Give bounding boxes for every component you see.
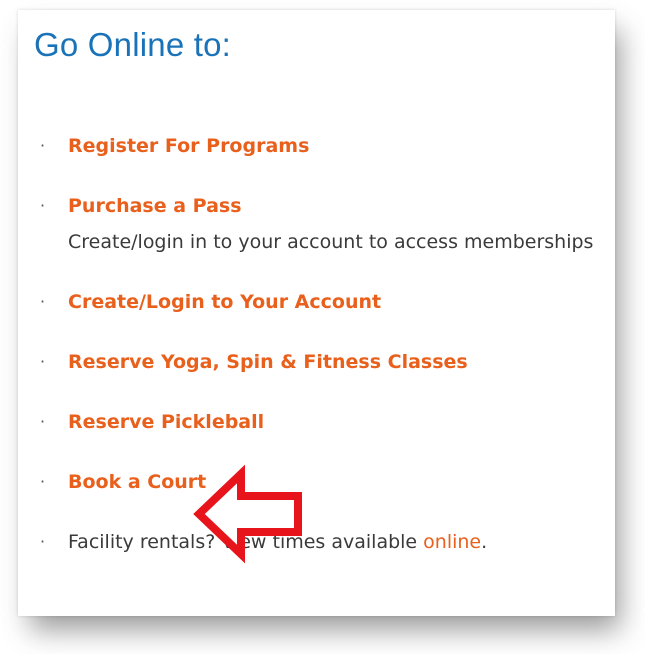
- list-item-register: · Register For Programs: [26, 128, 606, 164]
- list-item-classes: · Reserve Yoga, Spin & Fitness Classes: [26, 344, 606, 380]
- list-item-pickleball: · Reserve Pickleball: [26, 404, 606, 440]
- bullet-icon: ·: [40, 196, 46, 215]
- bullet-icon: ·: [40, 472, 46, 491]
- list-item-facility-rentals: · Facility rentals? View times available…: [26, 524, 606, 560]
- bullet-icon: ·: [40, 352, 46, 371]
- list-item-purchase-pass: · Purchase a Pass Create/login in to you…: [26, 188, 606, 260]
- reserve-pickleball-link[interactable]: Reserve Pickleball: [68, 411, 264, 433]
- list-item-account: · Create/Login to Your Account: [26, 284, 606, 320]
- purchase-pass-description: Create/login in to your account to acces…: [68, 231, 594, 253]
- reserve-classes-link[interactable]: Reserve Yoga, Spin & Fitness Classes: [68, 351, 468, 373]
- list-item-book-court: · Book a Court: [26, 464, 606, 500]
- bullet-icon: ·: [40, 292, 46, 311]
- bullet-icon: ·: [40, 136, 46, 155]
- create-login-account-link[interactable]: Create/Login to Your Account: [68, 291, 381, 313]
- online-links-list: · Register For Programs · Purchase a Pas…: [26, 128, 606, 560]
- bullet-icon: ·: [40, 412, 46, 431]
- panel-title: Go Online to:: [34, 26, 232, 63]
- book-court-link[interactable]: Book a Court: [68, 471, 206, 493]
- facility-rentals-period: .: [481, 531, 488, 553]
- register-programs-link[interactable]: Register For Programs: [68, 135, 309, 157]
- screenshot-frame: Go Online to: · Register For Programs · …: [0, 0, 645, 654]
- bullet-icon: ·: [40, 532, 46, 551]
- purchase-pass-link[interactable]: Purchase a Pass: [68, 195, 242, 217]
- red-outline-arrow-icon: [193, 464, 302, 564]
- facility-online-link[interactable]: online: [423, 531, 481, 553]
- go-online-panel: Go Online to: · Register For Programs · …: [18, 10, 615, 616]
